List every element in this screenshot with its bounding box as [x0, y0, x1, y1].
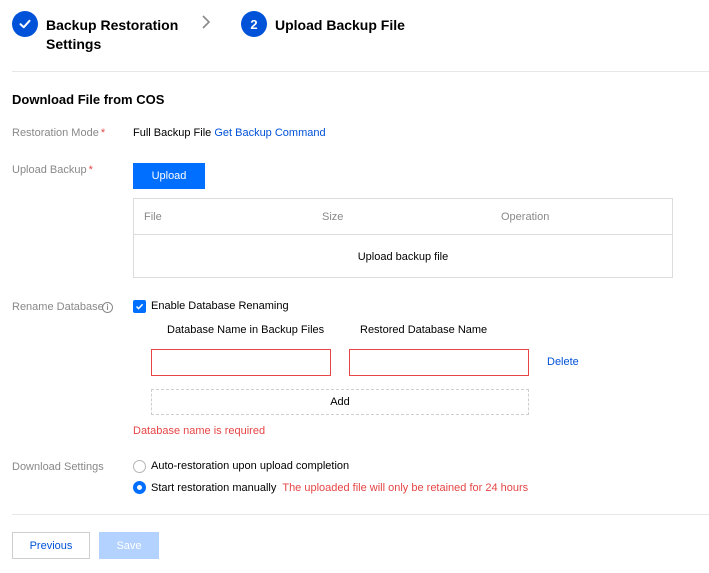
upload-file-table: File Size Operation Upload backup file: [133, 198, 673, 278]
manual-restoration-label[interactable]: Start restoration manually: [151, 482, 276, 494]
manual-restoration-option: Start restoration manually The uploaded f…: [151, 482, 528, 494]
step-1-title: Backup Restoration Settings: [46, 16, 178, 54]
section-title: Download File from COS: [12, 92, 165, 107]
step-2-number: 2: [241, 11, 267, 37]
manual-restoration-radio[interactable]: [133, 481, 146, 494]
enable-renaming-checkbox[interactable]: [133, 300, 146, 313]
column-size: Size: [322, 211, 344, 223]
db-name-error: Database name is required: [133, 425, 266, 437]
column-file: File: [144, 211, 162, 223]
info-icon[interactable]: i: [102, 302, 113, 313]
rename-database-label: Rename Database: [12, 301, 104, 313]
source-db-column-label: Database Name in Backup Files: [167, 324, 325, 336]
upload-backup-label: Upload Backup *: [12, 164, 93, 176]
check-icon: [12, 11, 38, 37]
table-header: File Size Operation: [134, 199, 672, 235]
chevron-right-icon: [200, 14, 212, 35]
step-1-title-line1: Backup Restoration: [46, 17, 179, 33]
get-backup-command-link[interactable]: Get Backup Command: [214, 127, 325, 139]
restoration-mode-label: Restoration Mode *: [12, 127, 106, 139]
restoration-mode-value: Full Backup File Get Backup Command: [133, 127, 326, 139]
step-2-title: Upload Backup File: [275, 17, 405, 33]
retention-hint: The uploaded file will only be retained …: [282, 482, 529, 494]
upload-button[interactable]: Upload: [133, 163, 205, 189]
restoration-mode-text: Full Backup File: [133, 127, 212, 139]
enable-renaming-label[interactable]: Enable Database Renaming: [151, 300, 289, 312]
footer-divider: [12, 514, 709, 515]
step-1-title-line2: Settings: [46, 36, 102, 52]
table-empty-text: Upload backup file: [357, 250, 449, 263]
auto-restoration-radio[interactable]: [133, 460, 146, 473]
target-db-column-label: Restored Database Name: [360, 324, 488, 336]
top-divider: [12, 71, 709, 72]
auto-restoration-label[interactable]: Auto-restoration upon upload completion: [151, 460, 349, 472]
source-db-name-input[interactable]: [151, 349, 331, 376]
previous-button[interactable]: Previous: [12, 532, 90, 559]
column-operation: Operation: [501, 211, 550, 223]
steps-header: Backup Restoration Settings 2 Upload Bac…: [12, 10, 702, 56]
save-button: Save: [99, 532, 159, 559]
delete-link[interactable]: Delete: [547, 356, 579, 368]
add-rename-row-button[interactable]: Add: [151, 389, 529, 415]
download-settings-label: Download Settings: [12, 461, 104, 473]
target-db-name-input[interactable]: [349, 349, 529, 376]
